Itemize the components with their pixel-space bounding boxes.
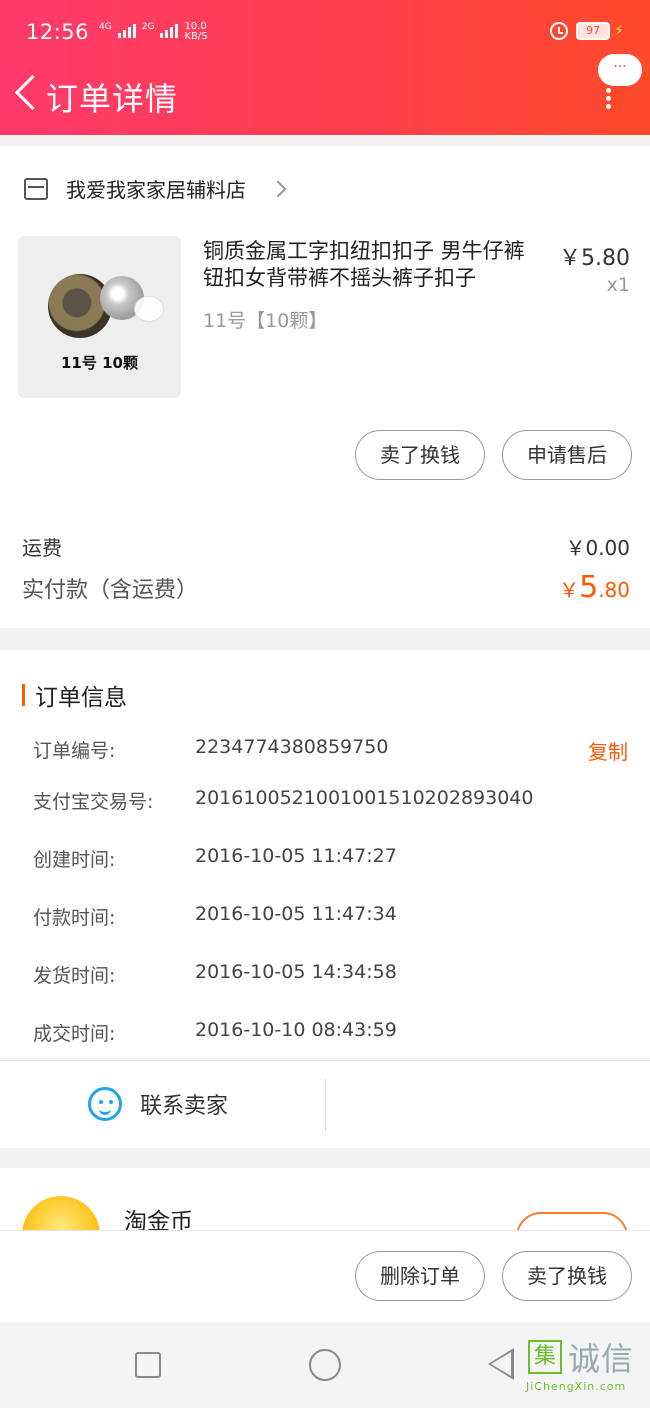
nav-bar: 订单详情 ··· — [0, 54, 650, 120]
bottom-action-bar: 删除订单 卖了换钱 — [0, 1230, 650, 1322]
paid-int: 5 — [579, 570, 599, 605]
shop-name: 我爱我家家居辅料店 — [66, 178, 246, 202]
product-image[interactable]: 11号 10颗 — [18, 236, 181, 398]
sell-for-cash-bottom-button[interactable]: 卖了换钱 — [502, 1251, 632, 1301]
alarm-icon — [550, 22, 569, 40]
watermark-text: 诚信 — [568, 1340, 635, 1378]
header: 12:56 4G 2G 10.0 KB/S 97 ⚡ 订单详情 ··· — [0, 0, 650, 135]
info-label: 支付宝交易号: — [33, 791, 154, 813]
product-price: ￥5.80 — [559, 246, 630, 271]
watermark-logo: 集 诚信 JiChengXin.com — [524, 1328, 642, 1398]
info-value: 2016100521001001510202893040 — [195, 787, 534, 809]
shop-row[interactable]: 我爱我家家居辅料店 — [24, 174, 287, 203]
info-row-order-no: 订单编号: 2234774380859750 复制 — [33, 736, 628, 765]
info-label: 创建时间: — [33, 849, 116, 871]
paid-amount-value: ￥5.80 — [559, 570, 630, 605]
watermark-url: JiChengXin.com — [526, 1380, 627, 1393]
info-value: 2016-10-05 11:47:27 — [195, 845, 397, 867]
back-triangle-icon[interactable] — [488, 1348, 514, 1380]
system-nav-bar: 集 诚信 JiChengXin.com — [0, 1322, 650, 1408]
taojinbi-button[interactable] — [516, 1212, 628, 1230]
contact-seller-label: 联系卖家 — [140, 1094, 229, 1119]
order-info-header: 订单信息 — [22, 678, 127, 712]
paid-amount-row: 实付款（含运费） ￥5.80 — [22, 570, 630, 605]
taojinbi-label: 淘金币 — [124, 1209, 193, 1230]
more-bubble[interactable]: ··· — [598, 54, 642, 86]
shipping-fee-value: ￥0.00 — [565, 536, 630, 560]
signal-icon — [117, 22, 136, 38]
watermark-box: 集 — [528, 1340, 562, 1374]
network-2g: 2G — [141, 22, 155, 32]
order-item-card: 我爱我家家居辅料店 11号 10颗 铜质金属工字扣纽扣扣子 男牛仔裤钮扣女背带裤… — [0, 146, 650, 628]
charging-icon: ⚡ — [614, 23, 624, 39]
page-title: 订单详情 — [46, 80, 179, 118]
info-row-alipay-no: 支付宝交易号: 2016100521001001510202893040 — [33, 787, 628, 814]
taojinbi-card: 淘金币 — [0, 1168, 650, 1230]
contact-seller-button[interactable]: 联系卖家 — [88, 1087, 228, 1121]
info-row-shipped: 发货时间: 2016-10-05 14:34:58 — [33, 961, 628, 988]
info-value: 2016-10-05 11:47:34 — [195, 903, 397, 925]
paid-dec: .80 — [598, 578, 630, 602]
home-icon[interactable] — [309, 1349, 341, 1381]
product-quantity: x1 — [606, 274, 630, 296]
order-info-card: 订单信息 订单编号: 2234774380859750 复制 支付宝交易号: 2… — [0, 650, 650, 1058]
more-menu-icon[interactable] — [606, 88, 612, 109]
paid-currency: ￥ — [559, 578, 580, 602]
status-bar: 12:56 4G 2G 10.0 KB/S — [26, 20, 208, 44]
info-value: 2016-10-10 08:43:59 — [195, 1019, 397, 1041]
button-clear-image — [134, 296, 164, 322]
network-4g: 4G — [99, 22, 112, 32]
info-label: 付款时间: — [33, 907, 116, 929]
order-info-title: 订单信息 — [35, 685, 127, 711]
product-title[interactable]: 铜质金属工字扣纽扣扣子 男牛仔裤钮扣女背带裤不摇头裤子扣子 — [203, 238, 533, 292]
info-value: 2234774380859750 — [195, 736, 389, 758]
vertical-divider — [325, 1079, 326, 1131]
info-value: 2016-10-05 14:34:58 — [195, 961, 397, 983]
after-sale-button[interactable]: 申请售后 — [502, 430, 632, 480]
chevron-right-icon — [269, 180, 287, 197]
section-accent-bar — [22, 684, 25, 706]
network-speed: 10.0 KB/S — [184, 21, 208, 42]
coin-icon — [22, 1196, 100, 1230]
delete-order-button[interactable]: 删除订单 — [355, 1251, 485, 1301]
wangwang-icon — [88, 1087, 122, 1121]
contact-card: 联系卖家 — [0, 1060, 650, 1148]
info-row-created: 创建时间: 2016-10-05 11:47:27 — [33, 845, 628, 872]
info-label: 订单编号: — [33, 740, 116, 762]
shop-icon — [24, 177, 48, 200]
paid-amount-label: 实付款（含运费） — [22, 578, 199, 603]
status-time: 12:56 — [26, 20, 90, 44]
status-right: 97 ⚡ — [550, 22, 624, 40]
signal-icon-2 — [160, 22, 179, 38]
recents-icon[interactable] — [135, 1352, 161, 1378]
sell-for-cash-button[interactable]: 卖了换钱 — [355, 430, 485, 480]
info-row-completed: 成交时间: 2016-10-10 08:43:59 — [33, 1019, 628, 1046]
product-sku: 11号【10颗】 — [203, 310, 328, 332]
shipping-fee-label: 运费 — [22, 536, 62, 560]
info-label: 成交时间: — [33, 1023, 116, 1045]
info-row-paid: 付款时间: 2016-10-05 11:47:34 — [33, 903, 628, 930]
info-label: 发货时间: — [33, 965, 116, 987]
back-button[interactable] — [12, 74, 38, 114]
battery-icon: 97 — [576, 22, 611, 40]
shipping-fee-row: 运费 ￥0.00 — [22, 532, 630, 561]
network-indicators: 4G 2G 10.0 KB/S — [99, 22, 208, 42]
copy-button[interactable]: 复制 — [588, 736, 628, 765]
product-image-label: 11号 10颗 — [61, 354, 138, 372]
